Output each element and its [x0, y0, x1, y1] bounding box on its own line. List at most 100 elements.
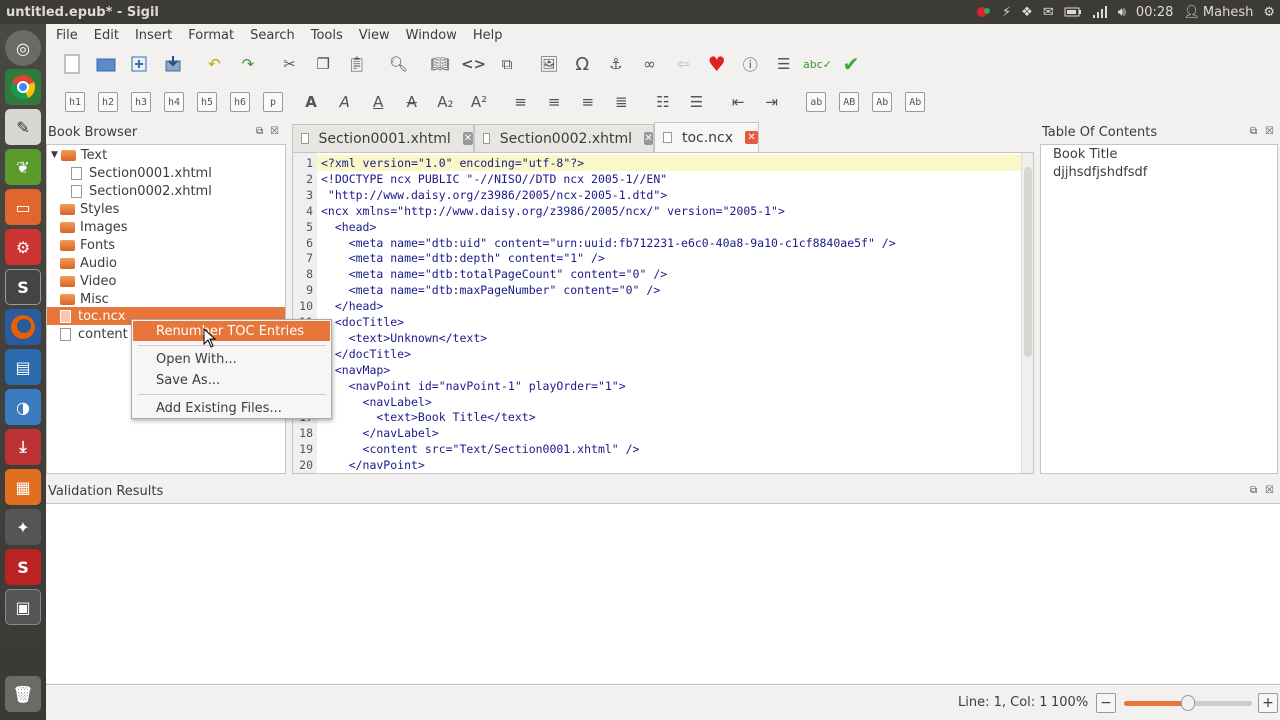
- chrome-icon[interactable]: [5, 69, 41, 105]
- zoom-slider[interactable]: [1124, 695, 1252, 711]
- software-updater-icon[interactable]: ◑: [5, 389, 41, 425]
- redo-icon[interactable]: ↷: [234, 50, 262, 78]
- book-view-icon[interactable]: 📖︎: [426, 50, 454, 78]
- back-arrow-icon[interactable]: ⇦: [669, 50, 697, 78]
- book-browser-close-icon[interactable]: ☒: [270, 126, 279, 137]
- tree-folder-text[interactable]: ▼ Text: [51, 146, 107, 164]
- align-left-icon[interactable]: ≡: [507, 88, 535, 116]
- insert-image-icon[interactable]: 🖼︎: [535, 50, 563, 78]
- split-view-icon[interactable]: ⧉: [493, 50, 521, 78]
- heading-1-button[interactable]: h1: [65, 92, 85, 112]
- tab-toc-ncx[interactable]: toc.ncx ✕: [654, 122, 759, 152]
- validation-float-icon[interactable]: ⧉: [1250, 485, 1257, 496]
- menu-tools[interactable]: Tools: [303, 28, 351, 43]
- tree-file-section0001[interactable]: Section0001.xhtml: [71, 164, 212, 182]
- tree-folder-video[interactable]: Video: [60, 272, 116, 290]
- underline-icon[interactable]: A: [364, 88, 392, 116]
- toc-entry[interactable]: Book Title: [1053, 147, 1117, 162]
- dropbox-icon[interactable]: ❖: [1016, 0, 1038, 24]
- decrease-indent-icon[interactable]: ⇤: [724, 88, 752, 116]
- new-section-icon[interactable]: [125, 50, 153, 78]
- zoom-in-button[interactable]: +: [1258, 693, 1278, 713]
- toc-editor-icon[interactable]: ☰: [770, 50, 798, 78]
- network-signal-icon[interactable]: [1087, 0, 1113, 24]
- heading-6-button[interactable]: h6: [230, 92, 250, 112]
- save-as-item[interactable]: Save As...: [133, 370, 330, 390]
- paragraph-button[interactable]: p: [263, 92, 283, 112]
- tree-folder-audio[interactable]: Audio: [60, 254, 117, 272]
- s-app-icon[interactable]: S: [5, 549, 41, 585]
- heading-3-button[interactable]: h3: [131, 92, 151, 112]
- zoom-slider-handle[interactable]: [1181, 695, 1195, 711]
- settings-icon[interactable]: ⚙: [5, 229, 41, 265]
- menu-insert[interactable]: Insert: [127, 28, 180, 43]
- editor-vertical-scrollbar[interactable]: [1021, 153, 1033, 473]
- code-editor[interactable]: 1234567891011121314151617181920 <?xml ve…: [292, 152, 1034, 474]
- toc-entry[interactable]: djjhsdfjshdfsdf: [1053, 165, 1147, 180]
- toc-float-icon[interactable]: ⧉: [1250, 126, 1257, 137]
- sublime-icon[interactable]: S: [5, 269, 41, 305]
- download-icon[interactable]: ⤓: [5, 429, 41, 465]
- cut-icon[interactable]: ✂: [276, 50, 304, 78]
- insert-link-icon[interactable]: ∞: [636, 50, 664, 78]
- bullet-list-icon[interactable]: ☷: [649, 88, 677, 116]
- clock[interactable]: 00:28: [1131, 0, 1178, 24]
- close-tab-icon[interactable]: ✕: [644, 132, 653, 145]
- tree-file-content-opf[interactable]: content: [60, 325, 128, 343]
- book-browser-float-icon[interactable]: ⧉: [256, 126, 263, 137]
- game-icon[interactable]: ✦: [5, 509, 41, 545]
- heading-5-button[interactable]: h5: [197, 92, 217, 112]
- sigil-icon[interactable]: ❦: [5, 149, 41, 185]
- capitalize-button[interactable]: Ab: [905, 92, 926, 112]
- menu-window[interactable]: Window: [398, 28, 465, 43]
- power-icon[interactable]: ⚡: [997, 0, 1016, 24]
- code-view-icon[interactable]: <>: [460, 50, 488, 78]
- archive-icon[interactable]: ▦: [5, 469, 41, 505]
- lowercase-button[interactable]: ab: [806, 92, 827, 112]
- app-indicator-icon[interactable]: [971, 0, 997, 24]
- copy-icon[interactable]: ❐: [309, 50, 337, 78]
- dash-home-icon[interactable]: ◎: [5, 30, 41, 66]
- tree-folder-misc[interactable]: Misc: [60, 290, 109, 308]
- workspace-switcher-icon[interactable]: ▣: [5, 589, 41, 625]
- text-editor-icon[interactable]: ✎: [5, 109, 41, 145]
- battery-icon[interactable]: [1059, 0, 1087, 24]
- italic-icon[interactable]: A: [331, 88, 359, 116]
- menu-format[interactable]: Format: [180, 28, 242, 43]
- close-tab-icon[interactable]: ✕: [462, 132, 473, 145]
- firefox-icon[interactable]: [5, 309, 41, 345]
- strikethrough-icon[interactable]: A: [398, 88, 426, 116]
- uppercase-button[interactable]: AB: [839, 92, 860, 112]
- volume-icon[interactable]: 🔊︎: [1113, 0, 1131, 24]
- open-folder-icon[interactable]: [92, 50, 120, 78]
- trash-icon[interactable]: 🗑︎: [5, 676, 41, 712]
- tab-section0002[interactable]: Section0002.xhtml ✕: [474, 124, 654, 152]
- menu-edit[interactable]: Edit: [86, 28, 127, 43]
- paste-icon[interactable]: 📋︎: [343, 50, 371, 78]
- menu-search[interactable]: Search: [242, 28, 303, 43]
- add-existing-files-item[interactable]: Add Existing Files...: [133, 398, 330, 418]
- donate-heart-icon[interactable]: ♥: [703, 50, 731, 78]
- align-center-icon[interactable]: ≡: [540, 88, 568, 116]
- align-justify-icon[interactable]: ≣: [607, 88, 635, 116]
- insert-anchor-icon[interactable]: ⚓: [602, 50, 630, 78]
- titlecase-button[interactable]: Ab: [872, 92, 893, 112]
- new-file-icon[interactable]: [58, 50, 86, 78]
- spellcheck-icon[interactable]: abc✓: [803, 50, 832, 78]
- expand-arrow-icon[interactable]: ▼: [51, 150, 58, 160]
- toc-close-icon[interactable]: ☒: [1265, 126, 1274, 137]
- subscript-icon[interactable]: A₂: [431, 88, 459, 116]
- undo-icon[interactable]: ↶: [200, 50, 228, 78]
- tree-folder-images[interactable]: Images: [60, 218, 128, 236]
- tree-folder-fonts[interactable]: Fonts: [60, 236, 115, 254]
- tree-folder-styles[interactable]: Styles: [60, 200, 119, 218]
- insert-special-char-icon[interactable]: Ω: [568, 50, 596, 78]
- scrollbar-thumb[interactable]: [1024, 167, 1032, 357]
- metadata-editor-icon[interactable]: ⓘ: [736, 50, 764, 78]
- validate-epub-icon[interactable]: ✔: [837, 50, 865, 78]
- numbered-list-icon[interactable]: ☰: [683, 88, 711, 116]
- menu-help[interactable]: Help: [465, 28, 511, 43]
- validation-close-icon[interactable]: ☒: [1265, 485, 1274, 496]
- tab-section0001[interactable]: Section0001.xhtml ✕: [292, 124, 474, 152]
- menu-view[interactable]: View: [351, 28, 398, 43]
